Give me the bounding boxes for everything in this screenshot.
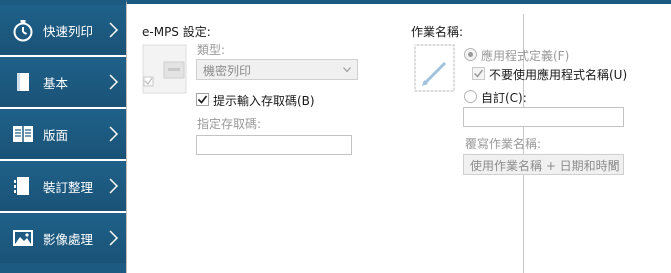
prompt-access-code-label: 提示輸入存取碼(B) (213, 94, 315, 108)
stopwatch-icon (10, 17, 36, 43)
layout-icon (10, 121, 36, 147)
sidebar-item-image-processing[interactable]: 影像處理 (0, 213, 126, 263)
chevron-right-icon (109, 22, 119, 38)
prompt-access-code-checkbox[interactable] (196, 93, 209, 106)
no-app-name-checkbox[interactable] (472, 67, 485, 80)
type-label: 類型: (197, 43, 226, 57)
chevron-right-icon (109, 126, 119, 142)
sidebar-item-finishing[interactable]: 裝訂整理 (0, 161, 126, 211)
type-select-value: 機密列印 (203, 64, 252, 78)
binding-icon (10, 173, 36, 199)
chevron-down-icon (343, 67, 351, 73)
image-icon (10, 225, 36, 251)
app-defined-label: 應用程式定義(F) (481, 49, 570, 63)
emps-title: e-MPS 設定: (142, 25, 211, 39)
radio-dot (468, 52, 473, 57)
type-select[interactable]: 機密列印 (196, 59, 358, 80)
sidebar-item-label: 基本 (43, 76, 69, 91)
chevron-right-icon (109, 74, 119, 90)
sidebar-item-label: 版面 (43, 128, 69, 143)
jobname-title: 作業名稱: (411, 25, 464, 39)
overwrite-label: 覆寫作業名稱: (465, 137, 542, 151)
sidebar: 快速列印 基本 版面 裝訂整理 影像處理 (0, 0, 126, 273)
jobname-preview-icon (414, 44, 455, 92)
access-code-input[interactable] (196, 135, 352, 155)
custom-name-input[interactable] (463, 107, 624, 127)
no-app-name-label: 不要使用應用程式名稱(U) (489, 68, 628, 82)
access-code-label: 指定存取碼: (197, 117, 262, 131)
document-icon (10, 69, 36, 95)
sidebar-item-quick-print[interactable]: 快速列印 (0, 5, 126, 55)
sidebar-item-layout[interactable]: 版面 (0, 109, 126, 159)
overwrite-select-value: 使用作業名稱 + 日期和時間 (470, 159, 620, 173)
settings-panel: e-MPS 設定: 類型: 機密列印 提示輸入存取碼(B) 指定存取碼: 作業名… (126, 0, 671, 273)
overwrite-select[interactable]: 使用作業名稱 + 日期和時間 (463, 154, 624, 175)
sidebar-item-basic[interactable]: 基本 (0, 57, 126, 107)
sidebar-item-label: 影像處理 (43, 232, 94, 247)
app-defined-radio[interactable] (464, 48, 477, 61)
chevron-right-icon (109, 178, 119, 194)
checkmark-icon (473, 69, 484, 78)
sidebar-item-label: 快速列印 (43, 24, 94, 39)
emps-preview-icon (142, 44, 187, 94)
custom-label: 自訂(C): (481, 91, 527, 105)
chevron-down-icon (609, 162, 617, 168)
chevron-right-icon (109, 230, 119, 246)
custom-radio[interactable] (464, 90, 477, 103)
sidebar-item-label: 裝訂整理 (43, 180, 94, 195)
checkmark-icon (197, 95, 208, 104)
